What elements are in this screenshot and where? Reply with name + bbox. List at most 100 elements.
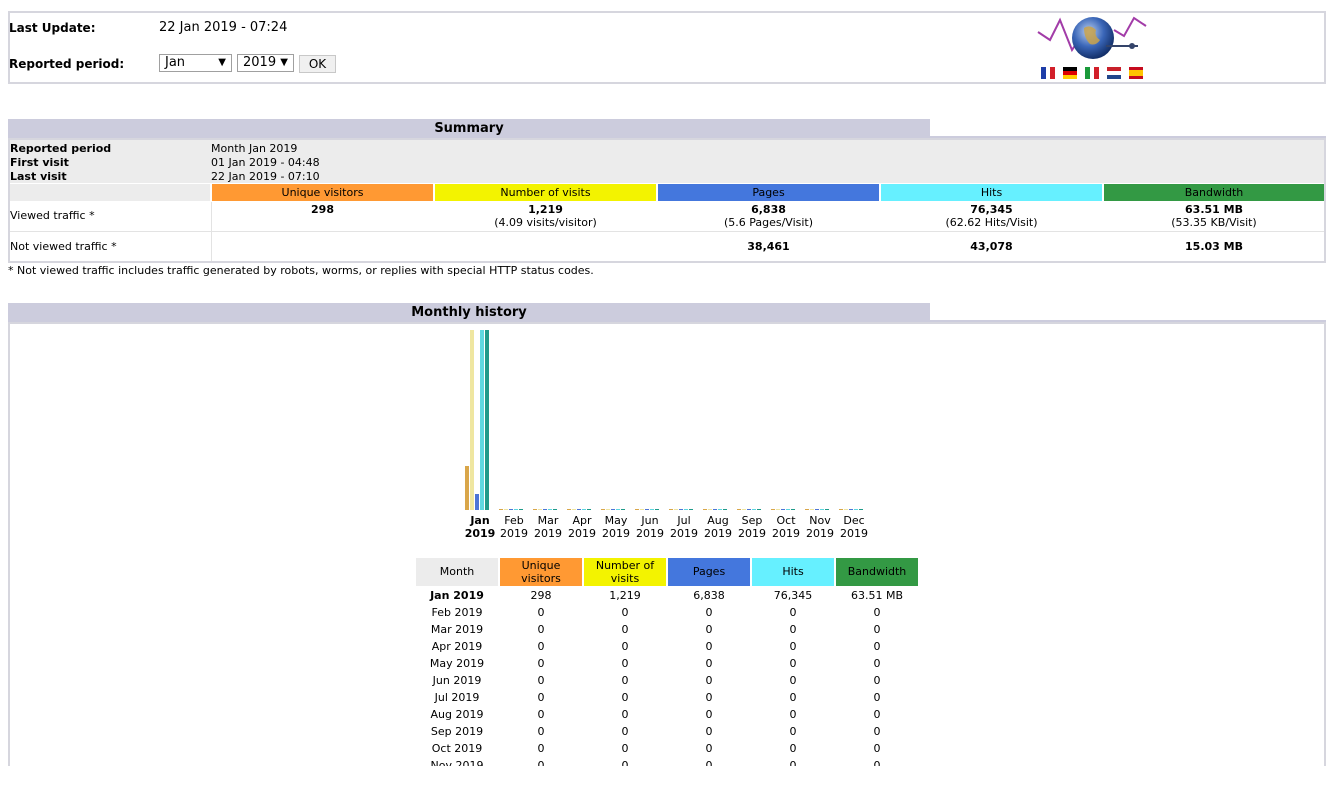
viewed-pages: 6,838	[751, 203, 786, 216]
row-cell: 1,219	[609, 589, 641, 602]
bar-pages-oct	[781, 509, 785, 510]
row-cell: 0	[873, 691, 881, 704]
row-cell: 0	[537, 708, 545, 721]
row-cell: 0	[705, 708, 713, 721]
row-cell: 0	[873, 674, 881, 687]
th-pages: Pages	[668, 558, 750, 586]
bar-pages-nov	[815, 509, 819, 510]
bar-hits-sep	[752, 509, 756, 510]
row-cell: 76,345	[773, 589, 813, 602]
row-cell: 0	[873, 623, 881, 636]
row-cell: 0	[621, 691, 629, 704]
row-cell: 0	[789, 674, 797, 687]
bar-pages-jan	[475, 494, 479, 510]
col-hits: Hits	[881, 184, 1102, 201]
row-cell: 0	[621, 623, 629, 636]
col-unique-visitors: Unique visitors	[212, 184, 433, 201]
row-cell: 0	[621, 606, 629, 619]
row-cell: 6,838	[693, 589, 725, 602]
bar-pages-dec	[849, 509, 853, 510]
viewed-visits-sub: (4.09 visits/visitor)	[494, 216, 597, 229]
viewed-bandwidth: 63.51 MB	[1185, 203, 1243, 216]
bar-unique-visitors-jun	[635, 509, 639, 510]
row-month: Oct 2019	[431, 742, 483, 755]
row-cell: 0	[873, 606, 881, 619]
bar-hits-dec	[854, 509, 858, 510]
table-row: Apr 2019 0 0 0 0 0	[0, 638, 1335, 655]
bar-hits-oct	[786, 509, 790, 510]
bar-hits-jul	[684, 509, 688, 510]
bar-pages-feb	[509, 509, 513, 510]
summary-table: Reported period Month Jan 2019 First vis…	[8, 138, 1326, 263]
bar-number-of-visits-mar	[538, 509, 542, 510]
year-select[interactable]: 2019 ▼	[237, 54, 294, 72]
bar-hits-jan	[480, 330, 484, 510]
bar-unique-visitors-aug	[703, 509, 707, 510]
viewed-hits: 76,345	[970, 203, 1013, 216]
ok-button[interactable]: OK	[299, 55, 336, 73]
viewed-unique-visitors: 298	[311, 203, 334, 216]
row-cell: 0	[873, 742, 881, 755]
table-row: Jul 2019 0 0 0 0 0	[0, 689, 1335, 706]
last-update-label: Last Update:	[9, 21, 96, 35]
bar-unique-visitors-oct	[771, 509, 775, 510]
first-visit-value: 01 Jan 2019 - 04:48	[211, 156, 320, 169]
bar-unique-visitors-jan	[465, 466, 469, 510]
es-flag-icon[interactable]	[1129, 67, 1143, 79]
row-cell: 0	[789, 708, 797, 721]
month-label-sep: Sep 2019	[738, 514, 766, 540]
summary-corner	[10, 184, 210, 201]
fr-flag-icon[interactable]	[1041, 67, 1056, 79]
month-select[interactable]: Jan ▼	[159, 54, 232, 72]
month-label-mar: Mar 2019	[534, 514, 562, 540]
th-number-of-visits: Number of visits	[584, 558, 666, 586]
row-cell: 0	[789, 657, 797, 670]
viewed-hits-sub: (62.62 Hits/Visit)	[945, 216, 1038, 229]
table-row: Aug 2019 0 0 0 0 0	[0, 706, 1335, 723]
bar-bandwidth-may	[621, 509, 625, 510]
row-cell: 0	[537, 691, 545, 704]
bar-bandwidth-mar	[553, 509, 557, 510]
row-cell: 0	[705, 623, 713, 636]
month-label-jan: Jan 2019	[464, 514, 496, 540]
row-cell: 0	[873, 640, 881, 653]
th-hits: Hits	[752, 558, 834, 586]
bar-number-of-visits-jun	[640, 509, 644, 510]
row-month: Jul 2019	[434, 691, 480, 704]
bar-pages-jul	[679, 509, 683, 510]
row-month: Jun 2019	[432, 674, 482, 687]
month-label-apr: Apr 2019	[568, 514, 596, 540]
monthly-history-chart	[465, 330, 863, 510]
row-cell: 298	[530, 589, 552, 602]
nl-flag-icon[interactable]	[1107, 67, 1121, 79]
month-label-jun: Jun 2019	[636, 514, 664, 540]
row-cell: 0	[537, 674, 545, 687]
viewed-visits: 1,219	[528, 203, 563, 216]
last-visit-label: Last visit	[10, 170, 67, 183]
row-cell: 0	[705, 725, 713, 738]
last-visit-value: 22 Jan 2019 - 07:10	[211, 170, 320, 183]
table-row: Mar 2019 0 0 0 0 0	[0, 621, 1335, 638]
table-row: Sep 2019 0 0 0 0 0	[0, 723, 1335, 740]
not-viewed-traffic-label: Not viewed traffic *	[10, 240, 117, 253]
bar-hits-nov	[820, 509, 824, 510]
bar-bandwidth-apr	[587, 509, 591, 510]
row-cell: 0	[621, 708, 629, 721]
reported-period-label: Reported period:	[9, 57, 125, 71]
row-cell: 0	[789, 742, 797, 755]
row-cell: 0	[621, 674, 629, 687]
bar-unique-visitors-dec	[839, 509, 843, 510]
row-cell: 0	[705, 657, 713, 670]
de-flag-icon[interactable]	[1063, 67, 1077, 79]
table-row: Jan 2019 298 1,219 6,838 76,345 63.51 MB	[0, 587, 1335, 604]
row-cell: 0	[537, 623, 545, 636]
th-month: Month	[416, 558, 498, 586]
bar-number-of-visits-dec	[844, 509, 848, 510]
row-cell: 0	[621, 725, 629, 738]
bar-number-of-visits-jul	[674, 509, 678, 510]
bar-bandwidth-nov	[825, 509, 829, 510]
th-unique-visitors: Unique visitors	[500, 558, 582, 586]
bar-number-of-visits-oct	[776, 509, 780, 510]
row-cell: 0	[873, 725, 881, 738]
it-flag-icon[interactable]	[1085, 67, 1100, 79]
